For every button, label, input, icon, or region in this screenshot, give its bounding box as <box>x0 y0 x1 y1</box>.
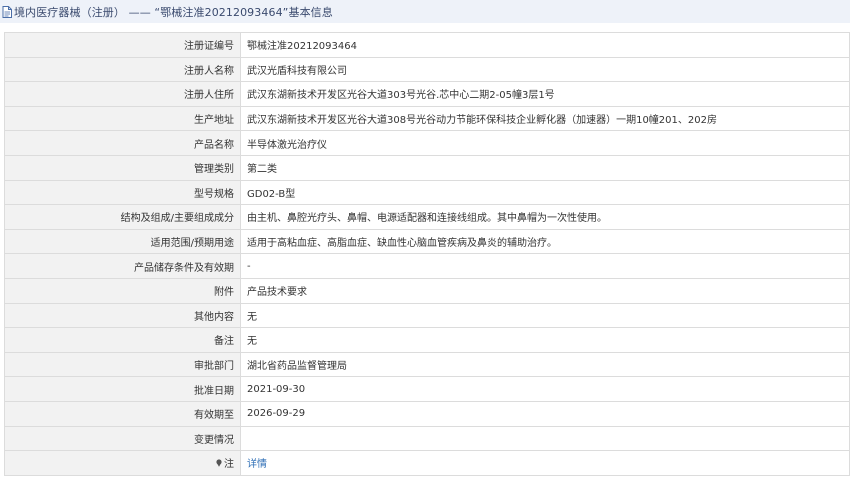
row-label: 审批部门 <box>4 351 241 378</box>
row-value: 鄂械注准20212093464 <box>240 32 850 58</box>
table-row: 管理类别 第二类 <box>4 154 850 181</box>
table-row: 变更情况 <box>4 425 850 452</box>
row-label: 产品储存条件及有效期 <box>4 253 241 279</box>
row-value: 半导体激光治疗仪 <box>240 130 850 156</box>
table-row: 型号规格 GD02-B型 <box>4 179 850 206</box>
table-row: 注册人名称 武汉光盾科技有限公司 <box>4 56 850 83</box>
row-label: 批准日期 <box>4 376 241 402</box>
row-label: 变更情况 <box>4 425 241 452</box>
note-label: 注 <box>215 455 234 470</box>
pin-icon <box>215 459 223 467</box>
row-value: 无 <box>240 302 850 329</box>
row-label: 注册人住所 <box>4 81 241 107</box>
row-label: 适用范围/预期用途 <box>4 228 241 255</box>
row-label: 备注 <box>4 327 241 353</box>
table-row: 产品名称 半导体激光治疗仪 <box>4 130 850 156</box>
row-label: 注册证编号 <box>4 32 241 58</box>
basic-info-table: 注册证编号 鄂械注准20212093464 注册人名称 武汉光盾科技有限公司 注… <box>4 32 850 476</box>
row-value: 产品技术要求 <box>240 277 850 304</box>
row-label: 有效期至 <box>4 400 241 427</box>
note-value-cell: 详情 <box>240 450 850 476</box>
table-row: 备注 无 <box>4 327 850 353</box>
table-row: 附件 产品技术要求 <box>4 277 850 304</box>
details-link[interactable]: 详情 <box>247 459 267 470</box>
row-value: - <box>240 253 850 279</box>
row-value: 第二类 <box>240 154 850 181</box>
table-row: 其他内容 无 <box>4 302 850 329</box>
table-row: 批准日期 2021-09-30 <box>4 376 850 402</box>
row-label: 其他内容 <box>4 302 241 329</box>
note-label-cell: 注 <box>4 450 241 476</box>
table-row: 有效期至 2026-09-29 <box>4 400 850 427</box>
table-row: 生产地址 武汉东湖新技术开发区光谷大道308号光谷动力节能环保科技企业孵化器（加… <box>4 105 850 132</box>
page-header: 境内医疗器械（注册） —— “鄂械注准20212093464”基本信息 <box>0 0 850 23</box>
table-row: 结构及组成/主要组成成分 由主机、鼻腔光疗头、鼻帽、电源适配器和连接线组成。其中… <box>4 204 850 230</box>
row-label: 结构及组成/主要组成成分 <box>4 204 241 230</box>
row-label: 型号规格 <box>4 179 241 206</box>
page-title: 境内医疗器械（注册） —— “鄂械注准20212093464”基本信息 <box>14 5 333 19</box>
row-value <box>240 425 850 452</box>
row-label: 管理类别 <box>4 154 241 181</box>
row-value: 由主机、鼻腔光疗头、鼻帽、电源适配器和连接线组成。其中鼻帽为一次性使用。 <box>240 204 850 230</box>
row-value: 适用于高粘血症、高脂血症、缺血性心脑血管疾病及鼻炎的辅助治疗。 <box>240 228 850 255</box>
row-value: 2021-09-30 <box>240 376 850 402</box>
table-row: 审批部门 湖北省药品监督管理局 <box>4 351 850 378</box>
row-value: GD02-B型 <box>240 179 850 206</box>
row-value: 武汉光盾科技有限公司 <box>240 56 850 83</box>
table-row: 产品储存条件及有效期 - <box>4 253 850 279</box>
row-value: 湖北省药品监督管理局 <box>240 351 850 378</box>
document-icon <box>2 5 12 18</box>
row-value: 2026-09-29 <box>240 400 850 427</box>
row-label: 附件 <box>4 277 241 304</box>
row-value: 武汉东湖新技术开发区光谷大道303号光谷.芯中心二期2-05幢3层1号 <box>240 81 850 107</box>
table-row: 注册人住所 武汉东湖新技术开发区光谷大道303号光谷.芯中心二期2-05幢3层1… <box>4 81 850 107</box>
row-value: 无 <box>240 327 850 353</box>
row-label: 产品名称 <box>4 130 241 156</box>
note-row: 注 详情 <box>4 450 850 476</box>
table-row: 适用范围/预期用途 适用于高粘血症、高脂血症、缺血性心脑血管疾病及鼻炎的辅助治疗… <box>4 228 850 255</box>
row-label: 注册人名称 <box>4 56 241 83</box>
table-row: 注册证编号 鄂械注准20212093464 <box>4 32 850 58</box>
note-label-text: 注 <box>224 459 234 471</box>
row-label: 生产地址 <box>4 105 241 132</box>
row-value: 武汉东湖新技术开发区光谷大道308号光谷动力节能环保科技企业孵化器（加速器）一期… <box>240 105 850 132</box>
